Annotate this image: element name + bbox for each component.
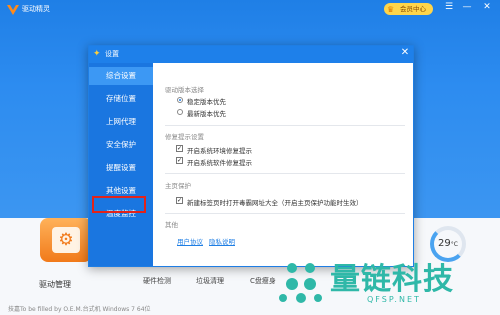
radio-stable[interactable] — [177, 97, 183, 103]
divider — [165, 173, 405, 174]
app-title: 驱动精灵 — [22, 5, 50, 13]
settings-icon: ✦ — [93, 49, 101, 59]
watermark-title: 量链科技 — [330, 262, 454, 297]
driver-management-module[interactable]: ⚙ — [40, 218, 92, 262]
sidebar-item-security[interactable]: 安全保护 — [89, 136, 153, 154]
privacy-link[interactable]: 隐私说明 — [209, 236, 235, 246]
checkbox-env-repair-label: 开启系统环境修复提示 — [187, 147, 252, 155]
dialog-title: 设置 — [105, 50, 119, 58]
checkbox-software-repair[interactable]: ✓ — [176, 157, 183, 164]
repair-section-title: 修复提示设置 — [165, 133, 204, 141]
sidebar-item-reminders[interactable]: 提醒设置 — [89, 159, 153, 177]
chip-gear-icon: ⚙ — [52, 227, 80, 253]
radio-latest[interactable] — [177, 109, 183, 115]
checkbox-software-repair-label: 开启系统软件修复提示 — [187, 159, 252, 167]
close-icon[interactable]: ✕ — [480, 2, 494, 12]
other-section-title: 其他 — [165, 221, 178, 229]
divider — [165, 125, 405, 126]
temperature-readout: 29°C — [432, 238, 464, 249]
sidebar-item-storage[interactable]: 存储位置 — [89, 90, 153, 108]
vip-label: 会员中心 — [400, 5, 426, 13]
dialog-close-icon[interactable]: ✕ — [399, 47, 411, 58]
sidebar-item-general[interactable]: 综合设置 — [89, 67, 153, 85]
checkbox-homepage-label: 新建标签页时打开毒霸网址大全（开启主页保护功能时生效） — [187, 199, 363, 207]
user-agreement-link[interactable]: 用户协议 — [177, 236, 203, 246]
hardware-check-button[interactable]: 硬件检测 — [143, 276, 171, 286]
watermark-subtitle: QFSP.NET — [367, 295, 421, 304]
watermark-logo-icon — [279, 263, 322, 303]
radio-stable-label: 稳定版本优先 — [187, 98, 226, 106]
version-section-title: 驱动版本选择 — [165, 86, 204, 94]
settings-dialog: ✦ 设置 ✕ 综合设置 存储位置 上网代理 安全保护 提醒设置 其他设置 温度监… — [88, 45, 414, 267]
temperature-unit: °C — [450, 241, 458, 248]
homepage-section-title: 主页保护 — [165, 182, 191, 190]
checkbox-homepage[interactable]: ✓ — [176, 197, 183, 204]
radio-latest-label: 最新版本优先 — [187, 110, 226, 118]
menu-icon[interactable]: ☰ — [442, 2, 456, 12]
minimize-icon[interactable]: — — [460, 2, 474, 12]
temperature-value: 29 — [438, 238, 451, 249]
sidebar-item-proxy[interactable]: 上网代理 — [89, 113, 153, 131]
driver-management-label: 驱动管理 — [39, 280, 71, 289]
vip-center-button[interactable]: ♛ 会员中心 — [384, 3, 433, 15]
dialog-titlebar: ✦ 设置 ✕ — [89, 46, 413, 63]
junk-cleanup-button[interactable]: 垃圾清理 — [196, 276, 224, 286]
system-info: 技嘉To be filled by O.E.M.台式机 Windows 7 64… — [8, 306, 151, 313]
v-logo-icon — [7, 5, 19, 15]
checkbox-env-repair[interactable]: ✓ — [176, 145, 183, 152]
settings-sidebar: 综合设置 存储位置 上网代理 安全保护 提醒设置 其他设置 温度监控 — [89, 63, 153, 266]
divider — [165, 213, 405, 214]
c-drive-slim-button[interactable]: C盘瘦身 — [250, 276, 276, 286]
highlight-box — [92, 196, 146, 213]
crown-icon: ♛ — [387, 5, 395, 14]
